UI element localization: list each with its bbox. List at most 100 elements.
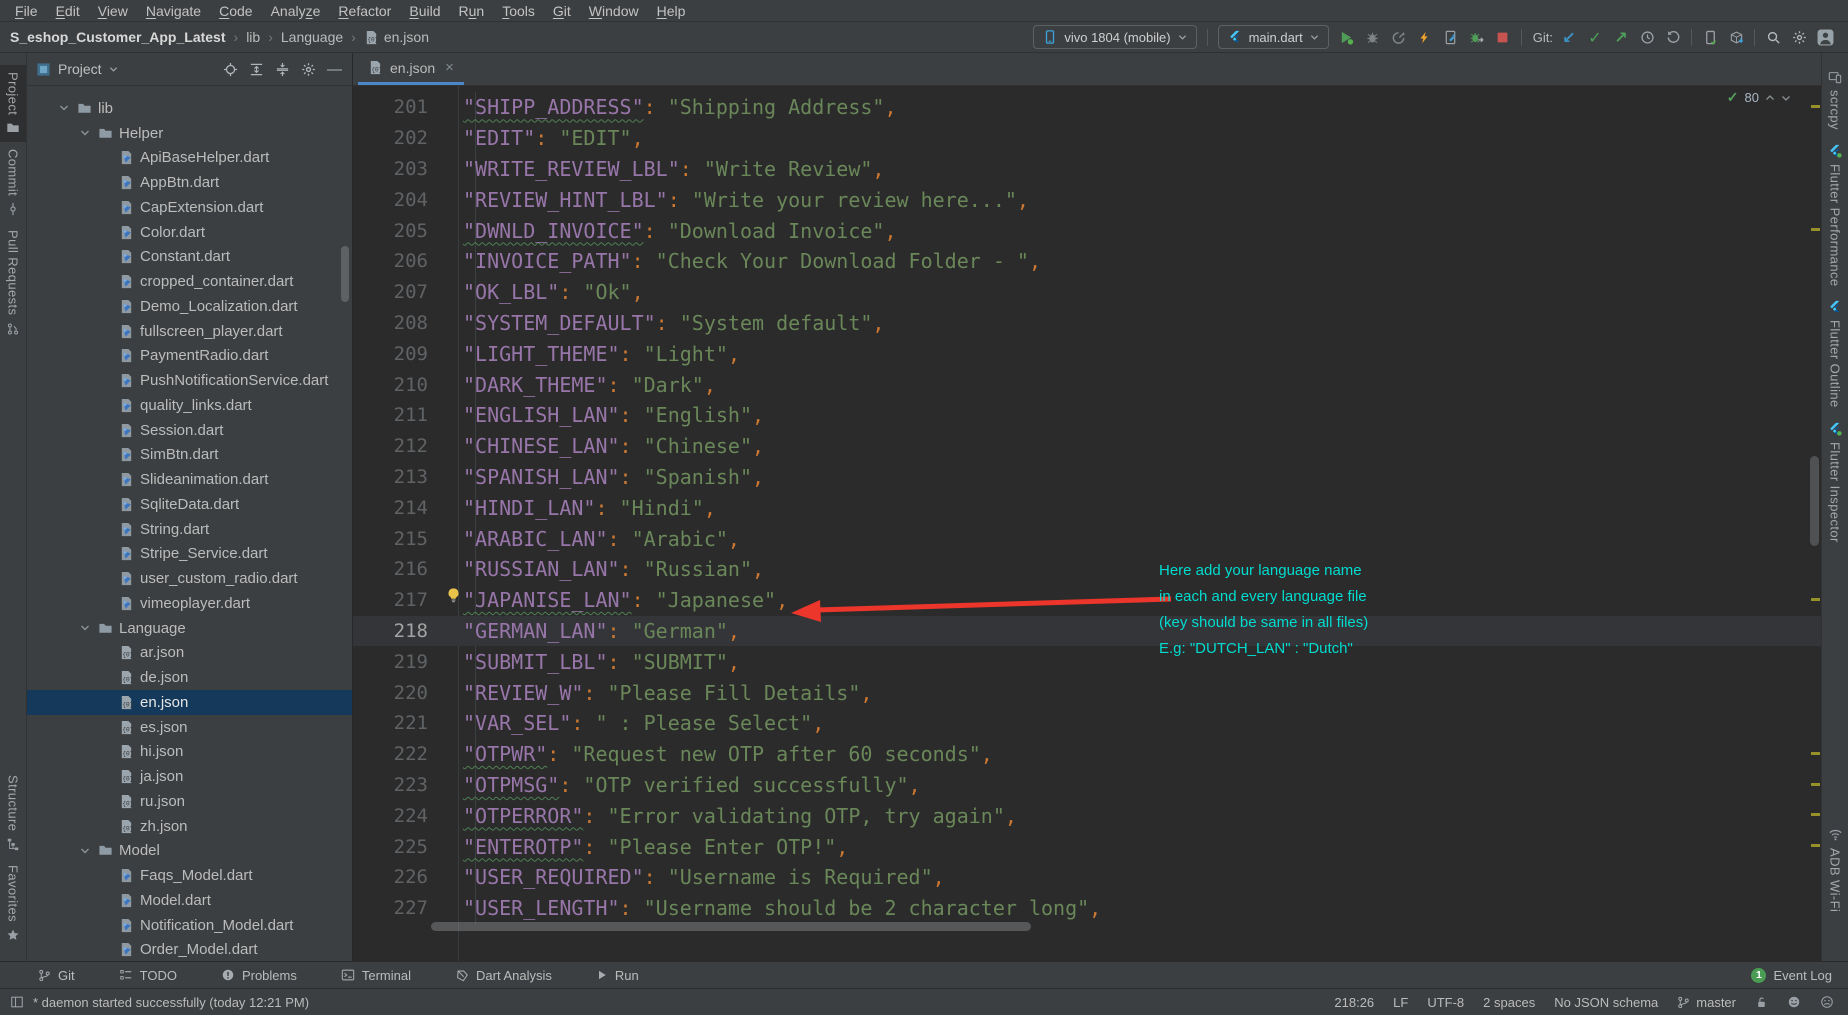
- menu-build[interactable]: Build: [400, 3, 449, 19]
- stripe-tab-adb-wi-fi[interactable]: ADB Wi-Fi: [1822, 820, 1848, 919]
- sdk-manager-button[interactable]: [1723, 25, 1749, 49]
- code-line-211[interactable]: 211"ENGLISH_LAN": "English",: [353, 400, 1821, 431]
- code-line-221[interactable]: 221"VAR_SEL": " : Please Select",: [353, 708, 1821, 739]
- breadcrumb-item[interactable]: S_eshop_Customer_App_Latest: [10, 29, 226, 45]
- tree-item-capextension-dart[interactable]: CapExtension.dart: [27, 195, 352, 220]
- tree-item-sqlitedata-dart[interactable]: SqliteData.dart: [27, 492, 352, 517]
- tree-item-language[interactable]: Language: [27, 616, 352, 641]
- code-line-214[interactable]: 214"HINDI_LAN": "Hindi",: [353, 492, 1821, 523]
- tree-item-pushnotificationservice-dart[interactable]: PushNotificationService.dart: [27, 368, 352, 393]
- tree-item-notification-model-dart[interactable]: Notification_Model.dart: [27, 913, 352, 938]
- attach-debugger-button[interactable]: [1464, 25, 1490, 49]
- code-line-226[interactable]: 226"USER_REQUIRED": "Username is Require…: [353, 862, 1821, 893]
- code-line-202[interactable]: 202"EDIT": "EDIT",: [353, 123, 1821, 154]
- settings-button[interactable]: [1786, 25, 1812, 49]
- code-line-216[interactable]: 216"RUSSIAN_LAN": "Russian",: [353, 554, 1821, 585]
- code-line-218[interactable]: 218"GERMAN_LAN": "German",: [353, 616, 1821, 647]
- menu-view[interactable]: View: [89, 3, 137, 19]
- stop-button[interactable]: [1490, 25, 1516, 49]
- smile-feedback-icon[interactable]: [1787, 995, 1801, 1009]
- menu-window[interactable]: Window: [580, 3, 648, 19]
- tree-item-en-json[interactable]: {0}en.json: [27, 690, 352, 715]
- intention-bulb-icon[interactable]: [445, 587, 462, 604]
- chevron-down-icon[interactable]: [78, 128, 92, 138]
- menu-run[interactable]: Run: [450, 3, 494, 19]
- stripe-tab-flutter-outline[interactable]: Flutter Outline: [1822, 293, 1848, 415]
- rollback-button[interactable]: [1660, 25, 1686, 49]
- frown-feedback-icon[interactable]: [1820, 995, 1834, 1009]
- toolwindow-problems[interactable]: Problems: [221, 968, 297, 983]
- code-line-206[interactable]: 206"INVOICE_PATH": "Check Your Download …: [353, 246, 1821, 277]
- code-line-225[interactable]: 225"ENTEROTP": "Please Enter OTP!",: [353, 831, 1821, 862]
- chevron-down-icon[interactable]: [57, 103, 71, 113]
- tree-item-quality-links-dart[interactable]: quality_links.dart: [27, 393, 352, 418]
- code-line-223[interactable]: 223"OTPMSG": "OTP verified successfully"…: [353, 770, 1821, 801]
- run-config-selector[interactable]: main.dart: [1218, 25, 1329, 49]
- toolwindow-terminal[interactable]: Terminal: [341, 968, 411, 983]
- run-button[interactable]: [1334, 25, 1360, 49]
- expand-all-button[interactable]: [249, 62, 264, 77]
- breadcrumb-item[interactable]: Language: [281, 29, 343, 45]
- tab-en-json[interactable]: {0} en.json ×: [358, 53, 464, 85]
- device-selector[interactable]: vivo 1804 (mobile): [1033, 25, 1196, 49]
- inspections-widget[interactable]: ✓ 80: [1727, 89, 1791, 106]
- tree-item-zh-json[interactable]: {0}zh.json: [27, 814, 352, 839]
- code-line-222[interactable]: 222"OTPWR": "Request new OTP after 60 se…: [353, 739, 1821, 770]
- editor-content[interactable]: 201"SHIPP_ADDRESS": "Shipping Address",2…: [353, 86, 1821, 961]
- code-line-208[interactable]: 208"SYSTEM_DEFAULT": "System default",: [353, 308, 1821, 339]
- breadcrumb-item[interactable]: lib: [246, 29, 260, 45]
- event-log-button[interactable]: 1 Event Log: [1751, 968, 1832, 983]
- tree-item-ru-json[interactable]: {0}ru.json: [27, 789, 352, 814]
- debug-button[interactable]: [1360, 25, 1386, 49]
- code-line-203[interactable]: 203"WRITE_REVIEW_LBL": "Write Review",: [353, 154, 1821, 185]
- tree-item-demo-localization-dart[interactable]: Demo_Localization.dart: [27, 294, 352, 319]
- code-line-217[interactable]: 217"JAPANISE_LAN": "Japanese",: [353, 585, 1821, 616]
- stripe-tab-pull-requests[interactable]: Pull Requests: [0, 223, 26, 342]
- menu-file[interactable]: File: [6, 3, 47, 19]
- tree-item-appbtn-dart[interactable]: AppBtn.dart: [27, 170, 352, 195]
- code-line-212[interactable]: 212"CHINESE_LAN": "Chinese",: [353, 431, 1821, 462]
- stripe-tab-scrcpy[interactable]: scrcpy: [1822, 63, 1848, 137]
- code-line-204[interactable]: 204"REVIEW_HINT_LBL": "Write your review…: [353, 184, 1821, 215]
- toolwindow-todo[interactable]: TODO: [119, 968, 177, 983]
- panel-settings-button[interactable]: [301, 62, 316, 77]
- stripe-tab-flutter-inspector[interactable]: Flutter Inspector: [1822, 415, 1848, 550]
- breadcrumb-item[interactable]: {0}en.json: [364, 29, 429, 45]
- collapse-all-button[interactable]: [275, 62, 290, 77]
- tree-item-es-json[interactable]: {0}es.json: [27, 715, 352, 740]
- warning-stripe-mark[interactable]: [1811, 783, 1820, 786]
- toolwindow-git[interactable]: Git: [38, 968, 75, 983]
- search-button[interactable]: [1760, 25, 1786, 49]
- tree-item-slideanimation-dart[interactable]: Slideanimation.dart: [27, 467, 352, 492]
- toolwindow-run[interactable]: Run: [596, 968, 639, 983]
- code-line-215[interactable]: 215"ARABIC_LAN": "Arabic",: [353, 523, 1821, 554]
- code-line-205[interactable]: 205"DWNLD_INVOICE": "Download Invoice",: [353, 215, 1821, 246]
- code-line-213[interactable]: 213"SPANISH_LAN": "Spanish",: [353, 462, 1821, 493]
- prev-problem-icon[interactable]: [1765, 93, 1775, 103]
- tree-item-color-dart[interactable]: Color.dart: [27, 220, 352, 245]
- indent-setting[interactable]: 2 spaces: [1483, 995, 1535, 1010]
- tree-item-stripe-service-dart[interactable]: Stripe_Service.dart: [27, 542, 352, 567]
- caret-position[interactable]: 218:26: [1334, 995, 1374, 1010]
- chevron-down-icon[interactable]: [78, 623, 92, 633]
- git-push-button[interactable]: ↗: [1608, 25, 1634, 49]
- tree-item-faqs-model-dart[interactable]: Faqs_Model.dart: [27, 863, 352, 888]
- stripe-tab-flutter-performance[interactable]: Flutter Performance: [1822, 137, 1848, 293]
- menu-help[interactable]: Help: [648, 3, 695, 19]
- tree-item-simbtn-dart[interactable]: SimBtn.dart: [27, 443, 352, 468]
- tree-item-cropped-container-dart[interactable]: cropped_container.dart: [27, 269, 352, 294]
- lock-icon[interactable]: [1755, 996, 1768, 1009]
- project-tree-scrollbar[interactable]: [341, 246, 349, 302]
- tree-item-paymentradio-dart[interactable]: PaymentRadio.dart: [27, 344, 352, 369]
- git-branch-widget[interactable]: master: [1677, 995, 1736, 1010]
- project-panel-title[interactable]: Project: [58, 61, 102, 77]
- warning-stripe-mark[interactable]: [1811, 598, 1820, 601]
- close-icon[interactable]: ×: [445, 59, 454, 76]
- menu-analyze[interactable]: Analyze: [262, 3, 330, 19]
- tree-item-vimeoplayer-dart[interactable]: vimeoplayer.dart: [27, 591, 352, 616]
- device-file-explorer-button[interactable]: [1697, 25, 1723, 49]
- menu-git[interactable]: Git: [544, 3, 580, 19]
- stripe-tab-favorites[interactable]: Favorites: [0, 858, 26, 949]
- tree-item-helper[interactable]: Helper: [27, 121, 352, 146]
- chevron-down-icon[interactable]: [78, 846, 92, 856]
